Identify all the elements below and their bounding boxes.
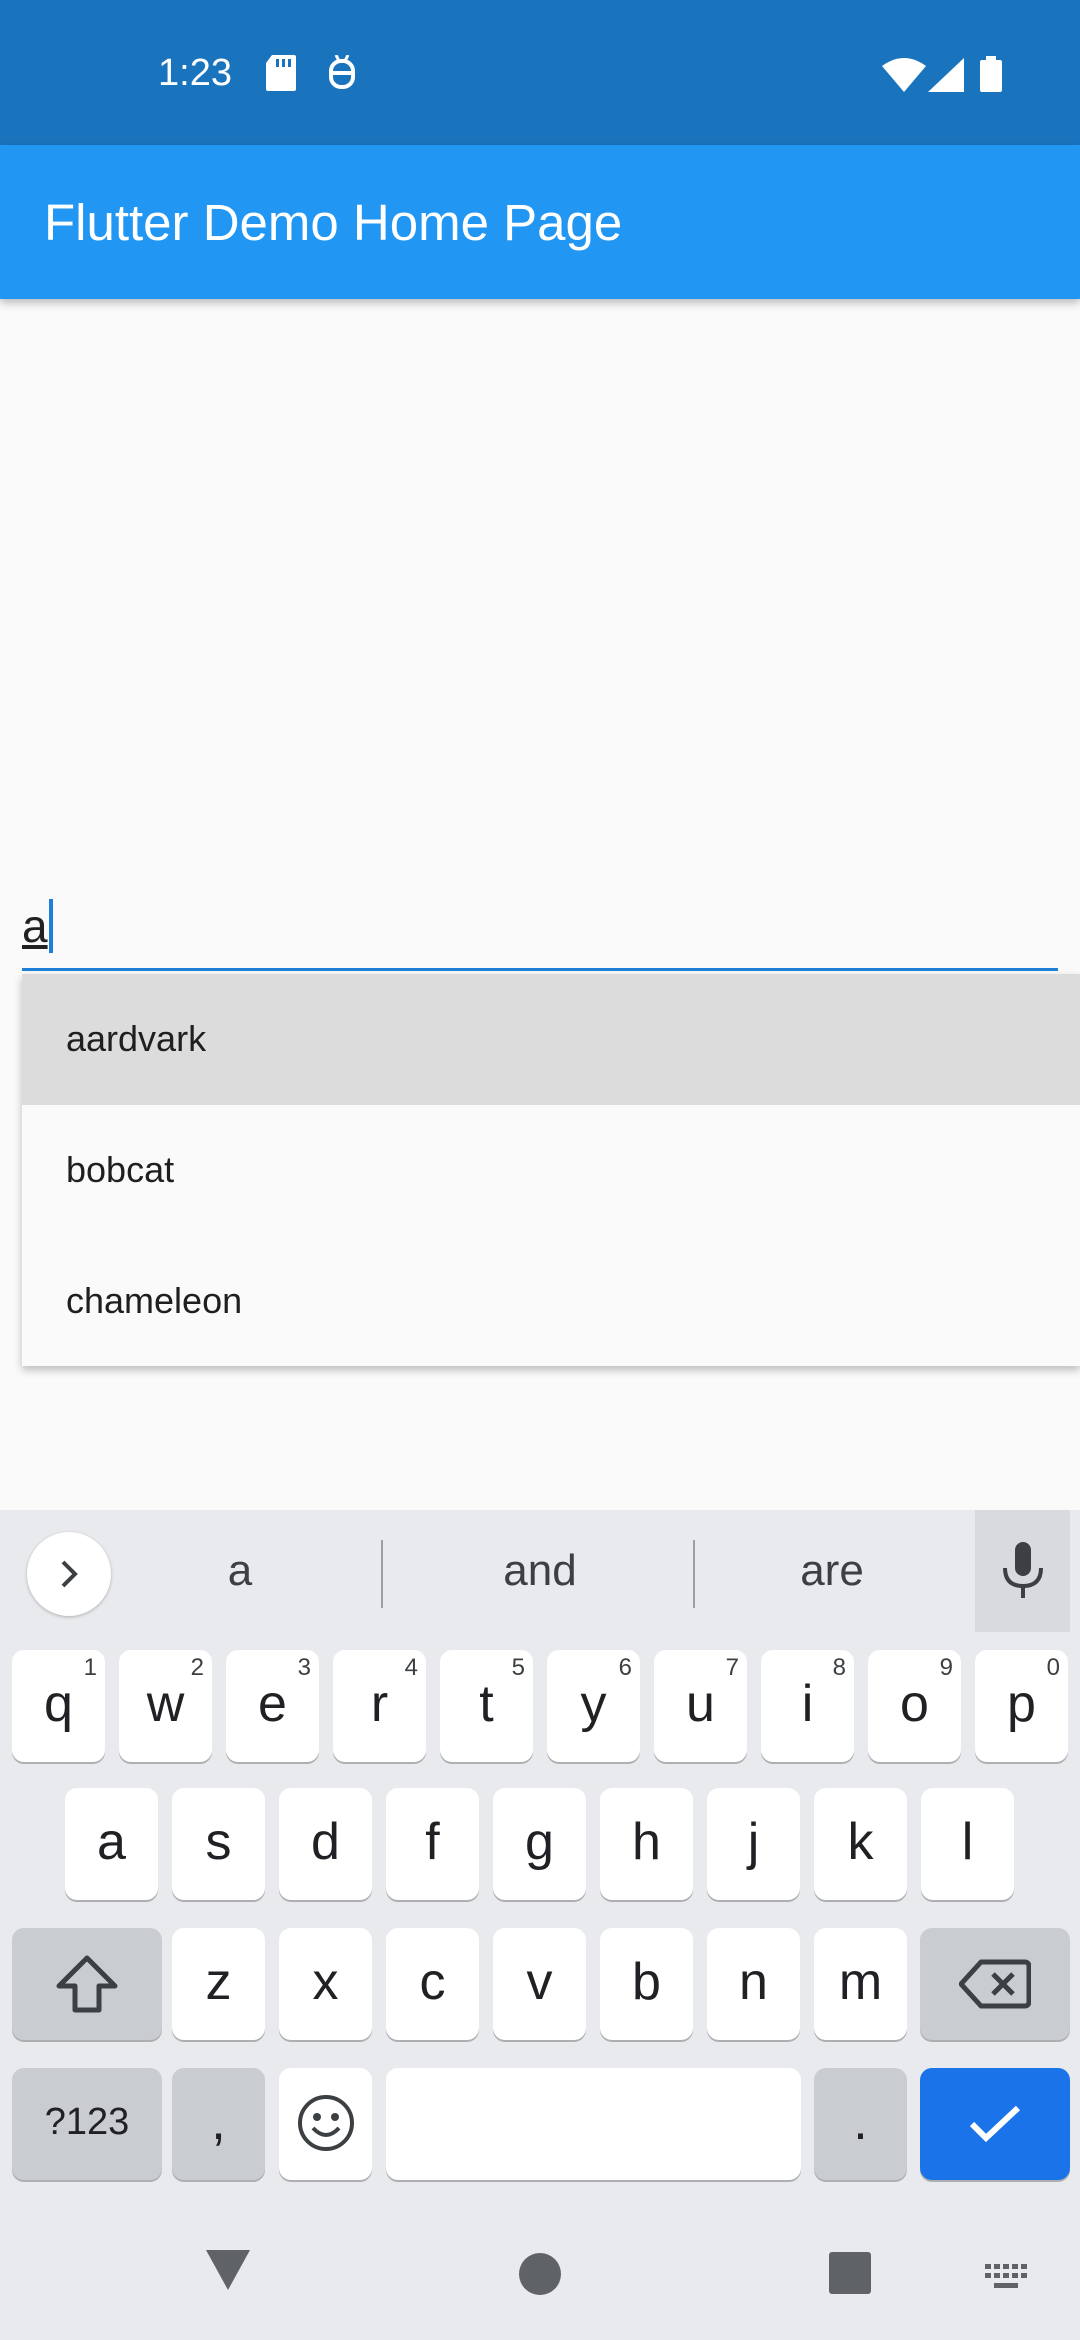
key-hint: 9 bbox=[939, 1654, 953, 1681]
key-y[interactable]: y6 bbox=[547, 1650, 640, 1762]
keyboard-suggestion-strip: a and are bbox=[0, 1510, 1080, 1635]
key-label: q bbox=[44, 1675, 73, 1733]
key-hint: 7 bbox=[725, 1654, 739, 1681]
word-suggestion[interactable]: are bbox=[712, 1546, 952, 1596]
symbols-key[interactable]: ?123 bbox=[12, 2068, 162, 2180]
key-hint: 4 bbox=[404, 1654, 418, 1681]
sd-card-icon bbox=[266, 55, 296, 96]
key-label: e bbox=[258, 1675, 287, 1733]
option-label: bobcat bbox=[66, 1149, 175, 1190]
status-bar: 1:23 bbox=[0, 0, 1080, 145]
word-suggestion[interactable]: a bbox=[170, 1546, 310, 1596]
key-a[interactable]: a bbox=[65, 1788, 158, 1900]
backspace-icon bbox=[958, 1959, 1032, 2009]
comma-key[interactable]: , bbox=[172, 2068, 265, 2180]
status-time: 1:23 bbox=[158, 52, 232, 94]
text-cursor bbox=[49, 899, 53, 953]
key-hint: 5 bbox=[511, 1654, 525, 1681]
battery-icon bbox=[980, 56, 1002, 97]
key-v[interactable]: v bbox=[493, 1928, 586, 2040]
key-k[interactable]: k bbox=[814, 1788, 907, 1900]
key-f[interactable]: f bbox=[386, 1788, 479, 1900]
key-m[interactable]: m bbox=[814, 1928, 907, 2040]
key-r[interactable]: r4 bbox=[333, 1650, 426, 1762]
key-label: o bbox=[900, 1675, 929, 1733]
key-n[interactable]: n bbox=[707, 1928, 800, 2040]
key-label: y bbox=[580, 1675, 607, 1733]
text-field-value: a bbox=[22, 900, 48, 952]
key-hint: 2 bbox=[190, 1654, 204, 1681]
key-u[interactable]: u7 bbox=[654, 1650, 747, 1762]
autocomplete-option[interactable]: chameleon bbox=[22, 1236, 1080, 1367]
key-g[interactable]: g bbox=[493, 1788, 586, 1900]
bug-icon bbox=[326, 54, 358, 96]
shift-icon bbox=[56, 1955, 118, 2013]
key-hint: 8 bbox=[832, 1654, 846, 1681]
key-q[interactable]: q1 bbox=[12, 1650, 105, 1762]
app-title: Flutter Demo Home Page bbox=[44, 194, 623, 251]
autocomplete-options: aardvark bobcat chameleon bbox=[22, 974, 1080, 1366]
key-label: w bbox=[146, 1675, 185, 1733]
key-b[interactable]: b bbox=[600, 1928, 693, 2040]
key-z[interactable]: z bbox=[172, 1928, 265, 2040]
microphone-icon bbox=[1003, 1542, 1043, 1598]
key-s[interactable]: s bbox=[172, 1788, 265, 1900]
backspace-key[interactable] bbox=[920, 1928, 1070, 2040]
option-label: chameleon bbox=[66, 1280, 243, 1321]
key-label: i bbox=[801, 1675, 814, 1733]
suggestion-divider bbox=[381, 1540, 383, 1608]
key-hint: 0 bbox=[1046, 1654, 1060, 1681]
key-t[interactable]: t5 bbox=[440, 1650, 533, 1762]
page-content: a aardvark bobcat chameleon bbox=[0, 299, 1080, 1510]
keyboard-switch-icon[interactable] bbox=[985, 2264, 1029, 2295]
back-icon[interactable] bbox=[204, 2248, 252, 2297]
word-suggestion[interactable]: and bbox=[420, 1546, 660, 1596]
key-i[interactable]: i8 bbox=[761, 1650, 854, 1762]
key-d[interactable]: d bbox=[279, 1788, 372, 1900]
signal-icon bbox=[928, 58, 964, 97]
emoji-key[interactable] bbox=[279, 2068, 372, 2180]
app-bar: Flutter Demo Home Page bbox=[0, 145, 1080, 299]
key-hint: 6 bbox=[618, 1654, 632, 1681]
autocomplete-option[interactable]: bobcat bbox=[22, 1105, 1080, 1236]
key-j[interactable]: j bbox=[707, 1788, 800, 1900]
key-o[interactable]: o9 bbox=[868, 1650, 961, 1762]
key-x[interactable]: x bbox=[279, 1928, 372, 2040]
chevron-right-icon bbox=[61, 1560, 78, 1588]
emoji-icon bbox=[297, 2095, 354, 2151]
key-l[interactable]: l bbox=[921, 1788, 1014, 1900]
key-w[interactable]: w2 bbox=[119, 1650, 212, 1762]
done-key[interactable] bbox=[920, 2068, 1070, 2180]
home-icon[interactable] bbox=[518, 2252, 562, 2301]
suggestion-divider bbox=[693, 1540, 695, 1608]
key-p[interactable]: p0 bbox=[975, 1650, 1068, 1762]
key-label: r bbox=[370, 1675, 389, 1733]
key-label: p bbox=[1007, 1675, 1036, 1733]
shift-key[interactable] bbox=[12, 1928, 162, 2040]
check-icon bbox=[969, 2105, 1021, 2143]
key-e[interactable]: e3 bbox=[226, 1650, 319, 1762]
autocomplete-option[interactable]: aardvark bbox=[22, 974, 1080, 1105]
search-text-field[interactable]: a bbox=[22, 869, 1058, 971]
key-hint: 3 bbox=[297, 1654, 311, 1681]
voice-input-button[interactable] bbox=[975, 1510, 1070, 1632]
expand-toolbar-button[interactable] bbox=[27, 1532, 111, 1616]
wifi-icon bbox=[882, 58, 926, 97]
key-h[interactable]: h bbox=[600, 1788, 693, 1900]
period-key[interactable]: . bbox=[814, 2068, 907, 2180]
recents-icon[interactable] bbox=[829, 2252, 871, 2299]
option-label: aardvark bbox=[66, 1018, 207, 1059]
key-c[interactable]: c bbox=[386, 1928, 479, 2040]
key-label: u bbox=[686, 1675, 715, 1733]
key-hint: 1 bbox=[83, 1654, 97, 1681]
navigation-bar bbox=[0, 2200, 1080, 2340]
key-label: t bbox=[479, 1675, 494, 1733]
space-key[interactable] bbox=[386, 2068, 801, 2180]
